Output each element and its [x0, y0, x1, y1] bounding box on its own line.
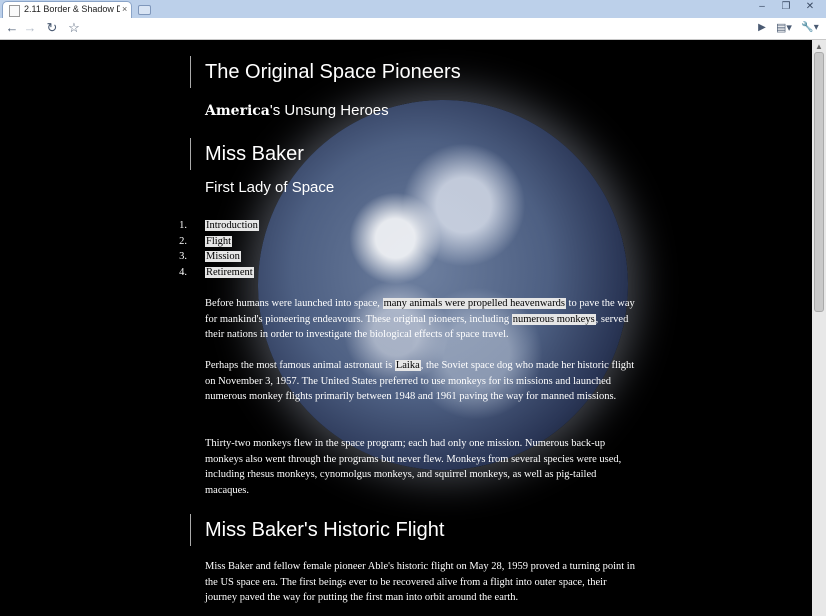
play-icon[interactable]: ▶: [754, 20, 770, 36]
toc-number: 3.: [179, 251, 187, 262]
monkeys-paragraph: Thirty-two monkeys flew in the space pro…: [205, 438, 622, 496]
toc-item[interactable]: 4. Retirement: [179, 266, 259, 283]
toolbar: ← → ↻ ☆ ▶ ▤▾ 🔧▾: [0, 18, 826, 40]
page-title: The Original Space Pioneers: [190, 56, 461, 88]
page-subtitle: America's Unsung Heroes: [190, 102, 389, 119]
subtitle-bold: America: [205, 103, 270, 119]
new-tab-button[interactable]: [138, 5, 151, 15]
intro-paragraph: Before humans were launched into space, …: [205, 296, 641, 343]
laika-paragraph: Perhaps the most famous animal astronaut…: [205, 358, 641, 405]
highlight-link[interactable]: Laika: [394, 360, 421, 371]
star-icon[interactable]: ☆: [66, 20, 82, 36]
table-of-contents: 1. Introduction 2. Flight 3. Mission 4. Reti…: [179, 220, 259, 283]
scrollbar[interactable]: ▲: [812, 40, 826, 616]
back-icon[interactable]: ←: [4, 20, 20, 36]
toc-item[interactable]: 3. Mission: [179, 251, 259, 267]
forward-icon[interactable]: →: [22, 20, 38, 36]
toc-item[interactable]: 2. Flight: [179, 235, 259, 252]
tab-title: 2.11 Border & Shadow De...: [24, 4, 120, 14]
toc-number: 2.: [179, 235, 187, 247]
wrench-menu-icon[interactable]: 🔧▾: [798, 20, 822, 36]
highlight-link[interactable]: many animals were propelled heavenwards: [382, 298, 566, 309]
close-tab-icon[interactable]: ×: [122, 4, 127, 14]
highlight-link[interactable]: numerous monkeys: [511, 313, 596, 325]
subtitle-rest: 's Unsung Heroes: [269, 102, 389, 119]
text: Perhaps the most famous animal astronaut…: [205, 360, 395, 371]
toc-link-retirement[interactable]: Retirement: [205, 266, 254, 278]
reload-icon[interactable]: ↻: [44, 20, 60, 36]
toc-number: 4.: [179, 266, 187, 278]
text: Before humans were launched into space,: [205, 298, 383, 309]
toc-link-mission[interactable]: Mission: [205, 251, 241, 262]
browser-tab[interactable]: 2.11 Border & Shadow De... ×: [2, 1, 132, 18]
tab-strip: 2.11 Border & Shadow De... × – ❐ ✕: [0, 0, 826, 18]
address-bar[interactable]: [88, 20, 750, 38]
toc-item[interactable]: 1. Introduction: [179, 220, 259, 236]
toc-link-introduction[interactable]: Introduction: [205, 220, 259, 231]
flight-paragraph: Miss Baker and fellow female pioneer Abl…: [205, 561, 635, 603]
page-menu-icon[interactable]: ▤▾: [772, 20, 796, 36]
section-subtitle: First Lady of Space: [205, 179, 335, 196]
scroll-thumb[interactable]: [814, 52, 824, 312]
toc-link-flight[interactable]: Flight: [205, 235, 233, 247]
section-title: Miss Baker: [190, 138, 304, 170]
page-icon: [9, 5, 20, 17]
minimize-icon[interactable]: –: [754, 1, 770, 12]
toc-number: 1.: [179, 220, 187, 231]
maximize-icon[interactable]: ❐: [778, 1, 794, 12]
scroll-up-icon[interactable]: ▲: [815, 42, 823, 51]
close-window-icon[interactable]: ✕: [802, 1, 818, 12]
flight-section-title: Miss Baker's Historic Flight: [190, 514, 444, 546]
page-viewport: The Original Space Pioneers America's Un…: [8, 40, 808, 616]
